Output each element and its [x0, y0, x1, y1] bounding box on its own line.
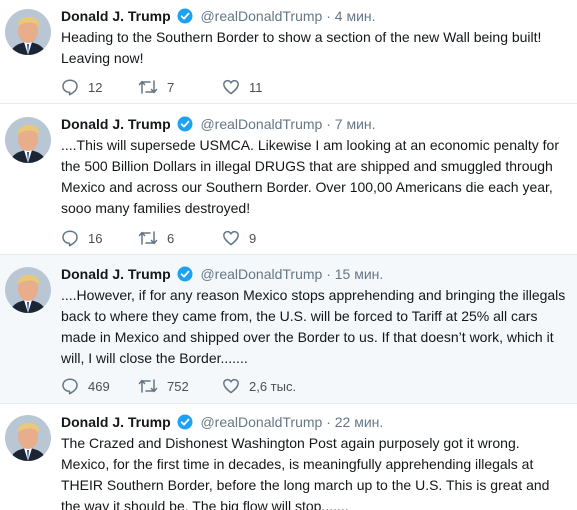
avatar[interactable]	[5, 9, 51, 55]
author-handle[interactable]: @realDonaldTrump	[200, 116, 322, 132]
retweet-button[interactable]: 6	[138, 228, 174, 248]
reply-button[interactable]: 16	[61, 228, 102, 248]
tweet-text: ....This will supersede USMCA. Likewise …	[61, 137, 559, 216]
reply-icon	[62, 378, 78, 395]
like-button[interactable]: 11	[222, 77, 263, 97]
tweet-actions: 12 7 11	[61, 77, 561, 97]
tweet-feed: Donald J. Trump @realDonaldTrump · 4 мин…	[0, 0, 577, 510]
author-name[interactable]: Donald J. Trump	[61, 8, 171, 24]
retweet-icon	[138, 80, 158, 94]
tweet[interactable]: Donald J. Trump @realDonaldTrump · 22 ми…	[0, 404, 577, 510]
tweet-text: Heading to the Southern Border to show a…	[61, 29, 542, 66]
tweet[interactable]: Donald J. Trump @realDonaldTrump · 15 ми…	[0, 255, 577, 404]
retweet-count: 6	[167, 230, 175, 246]
tweet-time[interactable]: · 4 мин.	[326, 8, 375, 24]
author-name[interactable]: Donald J. Trump	[61, 414, 171, 430]
author-handle[interactable]: @realDonaldTrump	[200, 8, 322, 24]
retweet-icon	[138, 231, 158, 245]
like-button[interactable]: 9	[222, 228, 256, 248]
avatar[interactable]	[5, 267, 51, 313]
tweet[interactable]: Donald J. Trump @realDonaldTrump · 4 мин…	[0, 0, 577, 104]
reply-icon	[62, 230, 78, 247]
like-count: 9	[249, 230, 257, 246]
retweet-count: 752	[167, 378, 189, 394]
tweet-header: Donald J. Trump @realDonaldTrump · 15 ми…	[61, 264, 571, 284]
tweet-time[interactable]: · 22 мин.	[326, 414, 383, 430]
verified-badge-icon	[177, 116, 193, 137]
reply-count: 469	[88, 378, 110, 394]
reply-button[interactable]: 12	[61, 77, 102, 97]
retweet-icon	[138, 379, 158, 393]
tweet-header: Donald J. Trump @realDonaldTrump · 7 мин…	[61, 114, 571, 134]
like-icon	[223, 378, 239, 394]
like-icon	[223, 79, 239, 95]
avatar[interactable]	[5, 117, 51, 163]
retweet-button[interactable]: 7	[138, 77, 174, 97]
tweet-text: ....However, if for any reason Mexico st…	[61, 287, 566, 366]
tweet[interactable]: Donald J. Trump @realDonaldTrump · 7 мин…	[0, 104, 577, 255]
retweet-count: 7	[167, 79, 175, 95]
tweet-text: The Crazed and Dishonest Washington Post…	[61, 435, 550, 510]
tweet-header: Donald J. Trump @realDonaldTrump · 22 ми…	[61, 412, 571, 432]
retweet-button[interactable]: 752	[138, 376, 189, 396]
like-count: 2,6 тыс.	[249, 378, 297, 394]
author-handle[interactable]: @realDonaldTrump	[200, 266, 322, 282]
like-count: 11	[249, 79, 263, 95]
verified-badge-icon	[177, 266, 193, 287]
tweet-actions: 16 6 9	[61, 228, 561, 248]
reply-count: 12	[88, 79, 103, 95]
tweet-actions: 469 752 2,6 тыс.	[61, 376, 561, 396]
author-name[interactable]: Donald J. Trump	[61, 116, 171, 132]
like-icon	[223, 230, 239, 246]
reply-count: 16	[88, 230, 103, 246]
verified-badge-icon	[177, 8, 193, 29]
avatar[interactable]	[5, 415, 51, 461]
author-handle[interactable]: @realDonaldTrump	[200, 414, 322, 430]
verified-badge-icon	[177, 414, 193, 435]
tweet-time[interactable]: · 7 мин.	[326, 116, 375, 132]
tweet-time[interactable]: · 15 мин.	[326, 266, 383, 282]
like-button[interactable]: 2,6 тыс.	[222, 376, 296, 396]
reply-button[interactable]: 469	[61, 376, 110, 396]
tweet-header: Donald J. Trump @realDonaldTrump · 4 мин…	[61, 6, 571, 26]
author-name[interactable]: Donald J. Trump	[61, 266, 171, 282]
reply-icon	[62, 79, 78, 96]
